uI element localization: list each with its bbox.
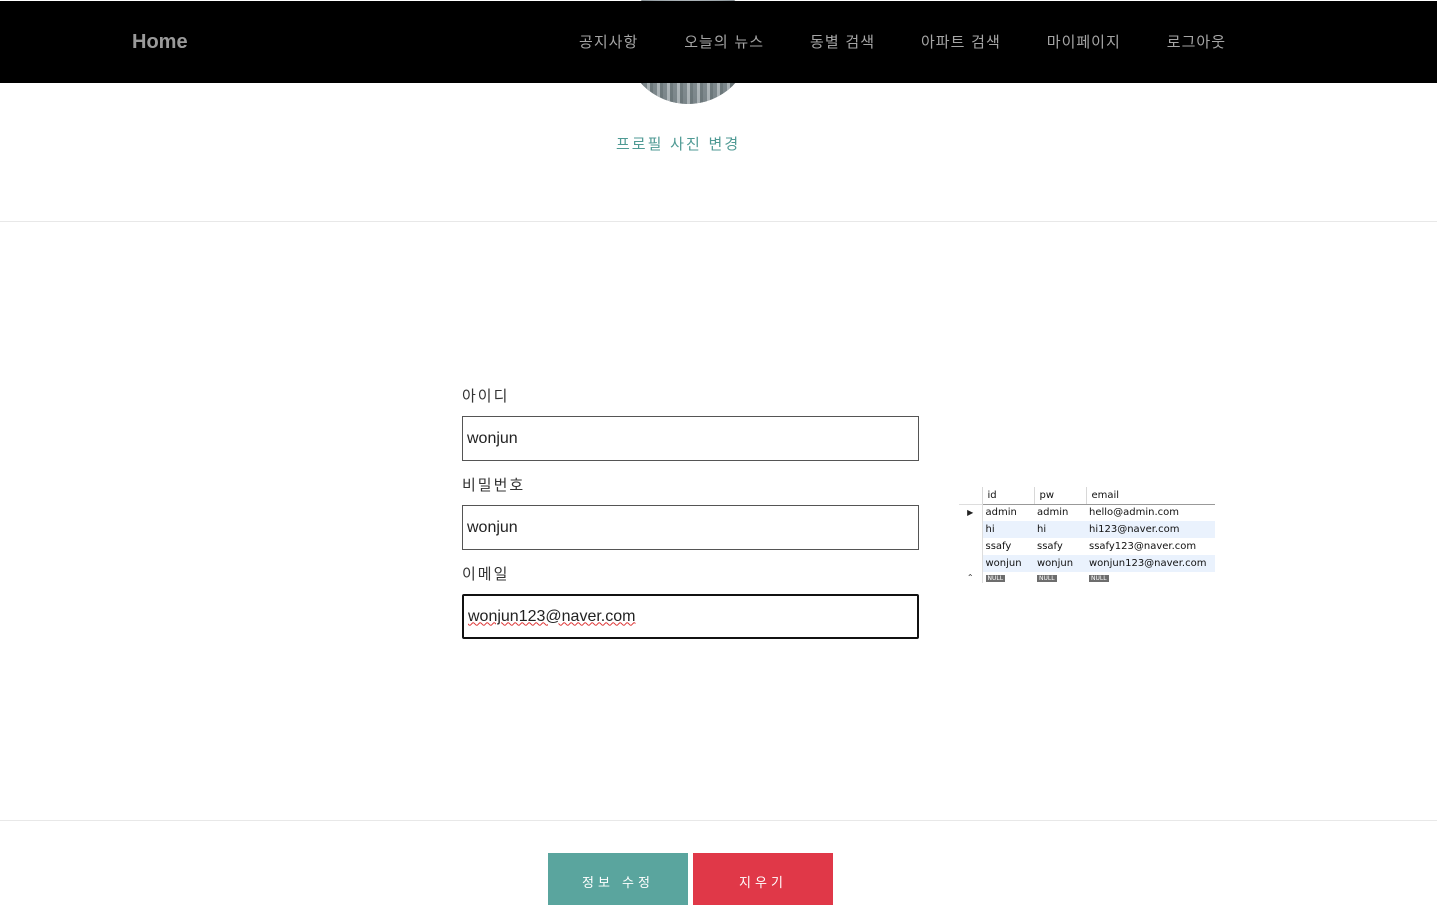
pw-label: 비밀번호	[462, 476, 526, 494]
cell-email: wonjun123@naver.com	[1086, 555, 1215, 572]
id-field[interactable]	[462, 416, 919, 461]
nav-item-news[interactable]: 오늘의 뉴스	[684, 31, 764, 52]
cell-pw: admin	[1037, 507, 1069, 519]
cell-id: hi	[982, 521, 1034, 538]
null-badge: NULL	[985, 575, 1006, 582]
clear-button[interactable]: 지우기	[693, 853, 833, 905]
user-table: id pw email ▶ admin admin hello@admin.co…	[959, 487, 1215, 583]
column-header-pw: pw	[1033, 487, 1086, 505]
profile-form: 아이디 비밀번호 이메일 wonjun123@naver.com	[462, 386, 919, 653]
table-row: wonjun wonjun wonjun123@naver.com	[959, 555, 1215, 572]
row-selector	[959, 555, 983, 572]
cell-pw: hi	[1034, 521, 1086, 538]
change-photo-link[interactable]: 프로필 사진 변경	[616, 133, 740, 154]
email-group: 이메일 wonjun123@naver.com	[462, 564, 919, 639]
new-row: ⌃ NULL NULL NULL	[959, 572, 1215, 583]
null-cell: NULL	[982, 572, 1034, 583]
table-row: hi hi hi123@naver.com	[959, 521, 1215, 538]
nav-menu: 공지사항 오늘의 뉴스 동별 검색 아파트 검색 마이페이지 로그아웃	[579, 31, 1226, 52]
cell-id: admin	[985, 507, 1017, 519]
table-header-row: id pw email	[959, 487, 1215, 505]
cell-email: hello@admin.com	[1089, 507, 1180, 519]
id-label: 아이디	[462, 387, 510, 405]
row-selector-header	[959, 487, 982, 505]
column-header-email: email	[1085, 487, 1215, 505]
nav-item-notice[interactable]: 공지사항	[579, 31, 638, 52]
id-group: 아이디	[462, 386, 919, 461]
column-header-id: id	[981, 487, 1034, 505]
current-row-arrow-icon: ▶	[959, 504, 983, 521]
null-badge: NULL	[1089, 575, 1109, 582]
home-link[interactable]: Home	[132, 31, 188, 54]
password-field[interactable]	[462, 505, 919, 550]
null-cell: NULL	[1086, 572, 1215, 583]
nav-item-dong-search[interactable]: 동별 검색	[810, 31, 875, 52]
email-label: 이메일	[462, 565, 510, 583]
nav-item-mypage[interactable]: 마이페이지	[1047, 31, 1121, 52]
db-table-snapshot: id pw email ▶ admin admin hello@admin.co…	[959, 487, 1215, 583]
cell-id: wonjun	[982, 555, 1034, 572]
email-value: wonjun123@naver.com	[468, 607, 636, 625]
cell-pw: ssafy	[1037, 541, 1063, 552]
page: Home 공지사항 오늘의 뉴스 동별 검색 아파트 검색 마이페이지 로그아웃…	[0, 0, 1437, 905]
table-row: ssafy ssafy ssafy123@naver.com	[959, 538, 1215, 555]
top-navbar: Home 공지사항 오늘의 뉴스 동별 검색 아파트 검색 마이페이지 로그아웃	[0, 1, 1437, 83]
section-divider	[0, 221, 1437, 222]
nav-item-logout[interactable]: 로그아웃	[1167, 31, 1226, 52]
null-cell: NULL	[1034, 572, 1086, 583]
new-row-marker-icon: ⌃	[959, 572, 983, 583]
cell-pw: wonjun	[1034, 555, 1086, 572]
pw-group: 비밀번호	[462, 475, 919, 550]
cell-email: hi123@naver.com	[1086, 521, 1215, 538]
row-selector	[959, 521, 983, 538]
email-field[interactable]: wonjun123@naver.com	[462, 594, 919, 639]
edit-info-button[interactable]: 정보 수정	[548, 853, 688, 905]
table-row: ▶ admin admin hello@admin.com	[959, 504, 1215, 521]
section-divider	[0, 820, 1437, 821]
cell-email: ssafy123@naver.com	[1089, 541, 1197, 552]
nav-item-apt-search[interactable]: 아파트 검색	[921, 31, 1001, 52]
cell-id: ssafy	[985, 541, 1012, 552]
row-selector	[959, 538, 983, 555]
null-badge: NULL	[1037, 575, 1057, 582]
